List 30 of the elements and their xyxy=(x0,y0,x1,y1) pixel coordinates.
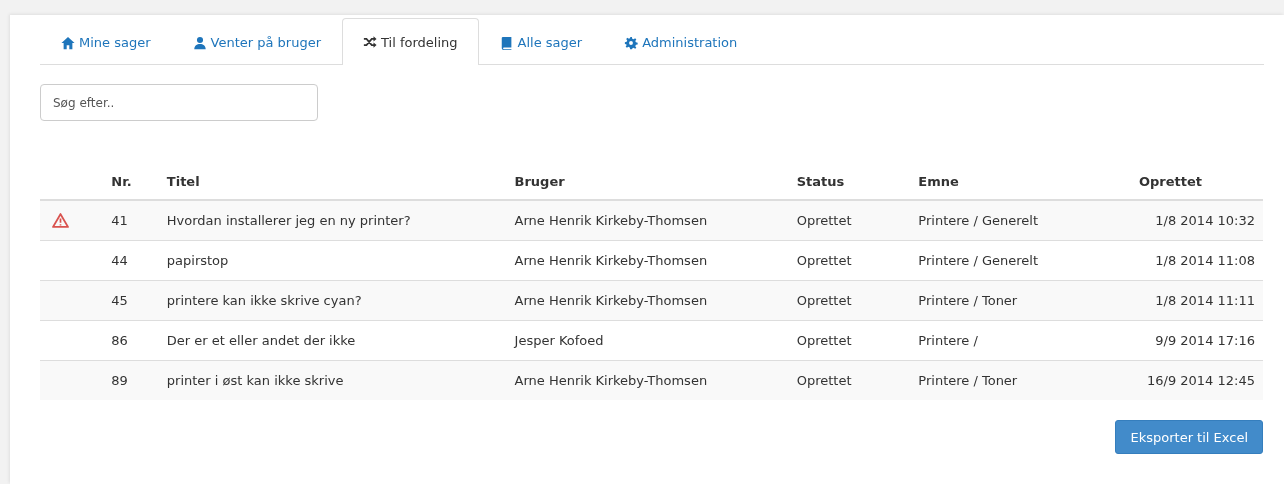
table-cell: Oprettet xyxy=(788,280,911,321)
table-cell: Printere / Toner xyxy=(910,280,1139,321)
table-cell: 1/8 2014 10:32 xyxy=(1139,200,1263,241)
table-cell: Printere / Generelt xyxy=(910,200,1139,241)
user-icon xyxy=(192,35,207,50)
table-cell: Arne Henrik Kirkeby-Thomsen xyxy=(506,200,789,241)
table-cell: Printere / Toner xyxy=(910,360,1139,400)
table-cell: Hvordan installerer jeg en ny printer? xyxy=(158,200,507,241)
table-cell: 41 xyxy=(103,200,159,241)
table-cell: 45 xyxy=(103,280,159,321)
nav-tab[interactable]: Alle sager xyxy=(478,19,604,65)
nav-tab[interactable]: Til fordeling xyxy=(342,18,479,65)
gear-icon xyxy=(624,35,639,50)
table-cell: printere kan ikke skrive cyan? xyxy=(158,280,507,321)
shuffle-icon xyxy=(363,35,378,49)
export-button[interactable]: Eksporter til Excel xyxy=(1115,420,1263,454)
book-icon xyxy=(499,35,514,50)
home-icon xyxy=(61,35,75,50)
nav-tab[interactable]: Administration xyxy=(603,19,759,65)
table-cell: 16/9 2014 12:45 xyxy=(1139,360,1263,400)
table-cell: 89 xyxy=(103,360,159,400)
table-cell: Arne Henrik Kirkeby-Thomsen xyxy=(506,360,789,400)
table-cell: 1/8 2014 11:11 xyxy=(1139,280,1263,321)
nav-tab[interactable]: Mine sager xyxy=(40,19,172,65)
search-field[interactable]: Søg efter.. xyxy=(40,84,318,121)
table-cell: printer i øst kan ikke skrive xyxy=(158,360,507,400)
nav-tab[interactable]: Venter på bruger xyxy=(171,19,343,65)
table-cell: Oprettet xyxy=(788,360,911,400)
table-cell: Arne Henrik Kirkeby-Thomsen xyxy=(506,280,789,321)
table-cell: Oprettet xyxy=(788,200,911,241)
